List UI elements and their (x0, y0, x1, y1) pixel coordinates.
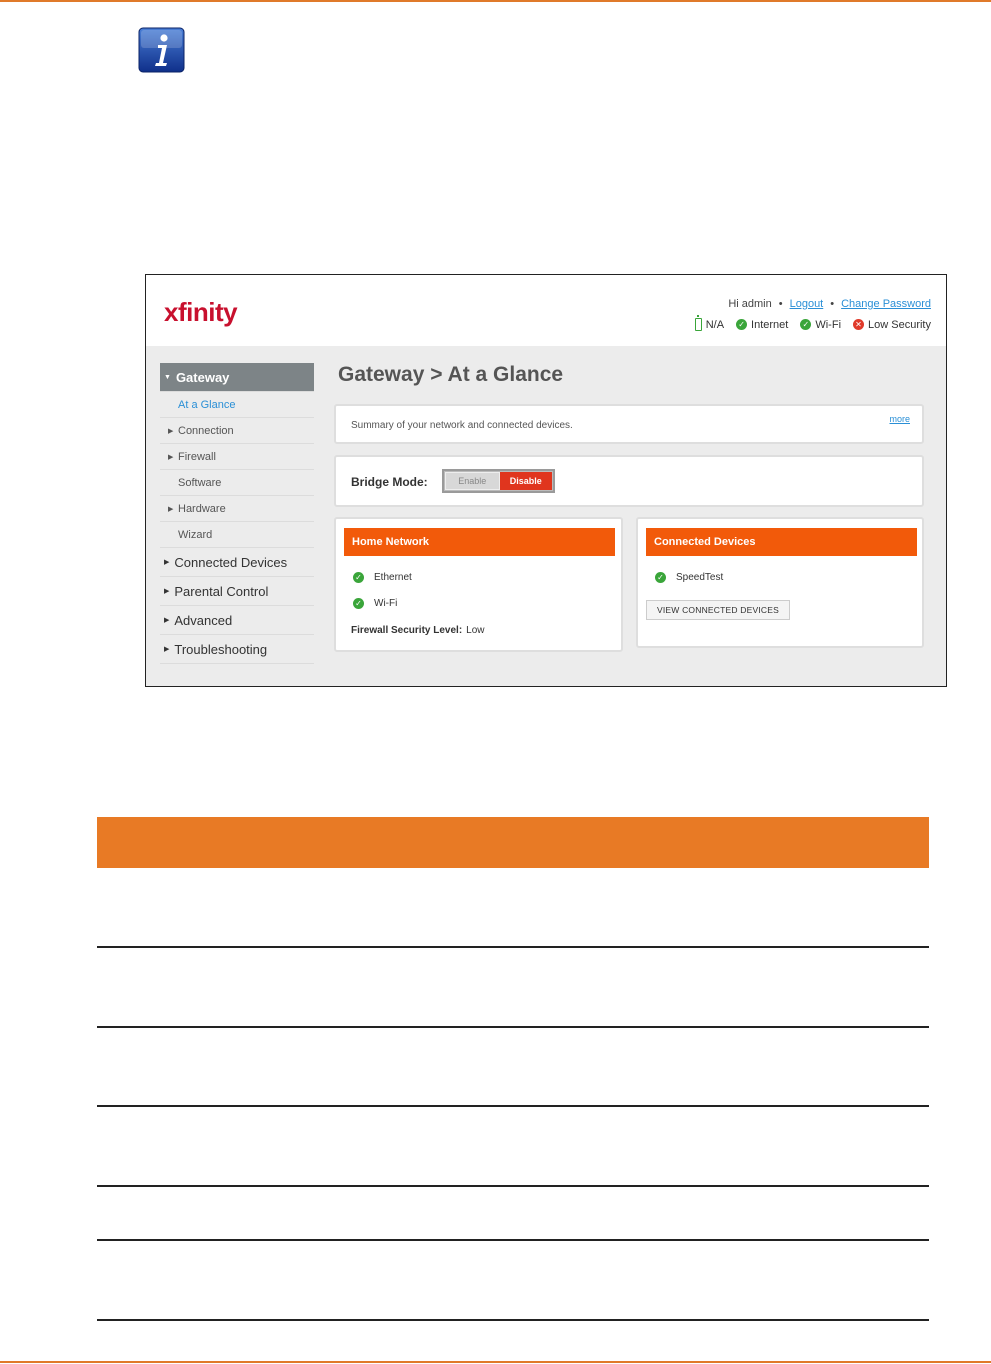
bridge-mode-toggle[interactable]: Enable Disable (442, 469, 555, 493)
ethernet-label: Ethernet (374, 572, 412, 583)
x-circle-icon: ✕ (853, 319, 865, 330)
sidebar-item-hardware[interactable]: ▶ Hardware (160, 496, 314, 522)
sidebar: ▼ Gateway At a Glance ▶ Connection ▶ Firew… (160, 363, 314, 664)
wifi-label: Wi-Fi (374, 598, 398, 609)
enable-button[interactable]: Enable (445, 472, 500, 490)
chevron-right-icon: ▶ (168, 505, 174, 513)
table-row-divider (97, 1239, 929, 1241)
sidebar-item-connected-devices[interactable]: ▶ Connected Devices (160, 548, 314, 577)
separator: • (778, 298, 783, 310)
page-bottom-rule (0, 1361, 991, 1363)
sidebar-item-parental-control[interactable]: ▶ Parental Control (160, 577, 314, 606)
speedtest-row: ✓ SpeedTest (655, 572, 723, 583)
speedtest-label: SpeedTest (676, 572, 724, 583)
xfinity-logo: xfinity (164, 297, 238, 327)
internet-label: Internet (751, 318, 789, 331)
home-network-card: Home Network ✓ Ethernet ✓ Wi-Fi Firewall… (334, 517, 623, 652)
page-top-rule (0, 0, 991, 2)
firewall-level-row: Firewall Security Level: Low (351, 625, 485, 636)
chevron-right-icon: ▶ (164, 588, 170, 595)
check-circle-icon: ✓ (353, 598, 364, 609)
gateway-header: xfinity Hi admin • Logout • Change Password … (146, 275, 946, 346)
change-password-link[interactable]: Change Password (841, 298, 931, 310)
sidebar-item-advanced[interactable]: ▶ Advanced (160, 606, 314, 635)
sidebar-item-software[interactable]: Software (160, 470, 314, 496)
status-bar: N/A ✓ Internet ✓ Wi-Fi ✕ Low Security (683, 315, 931, 331)
check-circle-icon: ✓ (655, 572, 666, 583)
greeting-text: Hi admin (728, 298, 772, 310)
wifi-status: ✓ Wi-Fi (800, 319, 841, 331)
sidebar-item-label: Firewall (178, 450, 216, 463)
sidebar-item-label: Troubleshooting (174, 641, 268, 657)
wifi-label: Wi-Fi (815, 318, 842, 331)
chevron-right-icon: ▶ (164, 646, 170, 653)
info-icon (138, 27, 185, 73)
sidebar-item-label: Gateway (175, 369, 230, 385)
summary-card: Summary of your network and connected de… (334, 404, 924, 444)
view-connected-devices-button[interactable]: VIEW CONNECTED DEVICES (646, 600, 790, 620)
sidebar-item-label: Connected Devices (174, 554, 288, 570)
more-link[interactable]: more (889, 414, 910, 424)
sidebar-item-connection[interactable]: ▶ Connection (160, 418, 314, 444)
sidebar-item-label: At a Glance (178, 398, 236, 411)
wifi-row: ✓ Wi-Fi (353, 598, 397, 609)
sidebar-item-firewall[interactable]: ▶ Firewall (160, 444, 314, 470)
firewall-level-label: Firewall Security Level: (351, 625, 463, 636)
sidebar-item-label: Parental Control (174, 583, 269, 599)
sidebar-item-label: Connection (178, 424, 234, 437)
disable-button[interactable]: Disable (499, 472, 552, 490)
security-label: Low Security (868, 318, 931, 331)
summary-text: Summary of your network and connected de… (351, 420, 573, 431)
check-circle-icon: ✓ (353, 572, 364, 583)
chevron-right-icon: ▶ (164, 617, 170, 624)
sidebar-item-label: Advanced (174, 612, 233, 628)
user-bar: Hi admin • Logout • Change Password (728, 298, 931, 310)
sidebar-item-gateway[interactable]: ▼ Gateway (160, 363, 314, 392)
ethernet-row: ✓ Ethernet (353, 572, 412, 583)
chevron-down-icon: ▼ (164, 373, 171, 381)
gateway-body: ▼ Gateway At a Glance ▶ Connection ▶ Firew… (146, 346, 946, 686)
bridge-mode-label: Bridge Mode: (351, 475, 428, 489)
firewall-level-value: Low (466, 625, 485, 636)
table-row-divider (97, 1319, 929, 1321)
gateway-screenshot: xfinity Hi admin • Logout • Change Password … (145, 274, 947, 687)
sidebar-item-label: Software (178, 476, 222, 489)
home-network-title: Home Network (344, 528, 615, 556)
chevron-right-icon: ▶ (168, 453, 174, 461)
logout-link[interactable]: Logout (790, 298, 824, 310)
connected-devices-card: Connected Devices ✓ SpeedTest VIEW CONNE… (636, 517, 924, 648)
bridge-mode-card: Bridge Mode: Enable Disable (334, 455, 924, 507)
battery-icon (694, 315, 702, 331)
sidebar-item-label: Hardware (178, 502, 226, 515)
separator: • (830, 298, 835, 310)
page-title: Gateway > At a Glance (338, 363, 564, 386)
chevron-right-icon: ▶ (168, 427, 174, 435)
table-row-divider (97, 946, 929, 948)
table-row-divider (97, 1105, 929, 1107)
internet-status: ✓ Internet (736, 319, 788, 331)
sidebar-item-at-a-glance[interactable]: At a Glance (160, 392, 314, 418)
sidebar-item-troubleshooting[interactable]: ▶ Troubleshooting (160, 635, 314, 664)
battery-label: N/A (705, 318, 725, 331)
check-circle-icon: ✓ (800, 319, 812, 330)
security-status: ✕ Low Security (853, 319, 931, 331)
table-row-divider (97, 1185, 929, 1187)
table-header (97, 817, 929, 868)
connected-devices-title: Connected Devices (646, 528, 917, 556)
check-circle-icon: ✓ (736, 319, 748, 330)
chevron-right-icon: ▶ (164, 559, 170, 566)
sidebar-item-label: Wizard (178, 528, 213, 541)
sidebar-item-wizard[interactable]: Wizard (160, 522, 314, 548)
battery-status: N/A (694, 315, 725, 331)
table-row-divider (97, 1026, 929, 1028)
